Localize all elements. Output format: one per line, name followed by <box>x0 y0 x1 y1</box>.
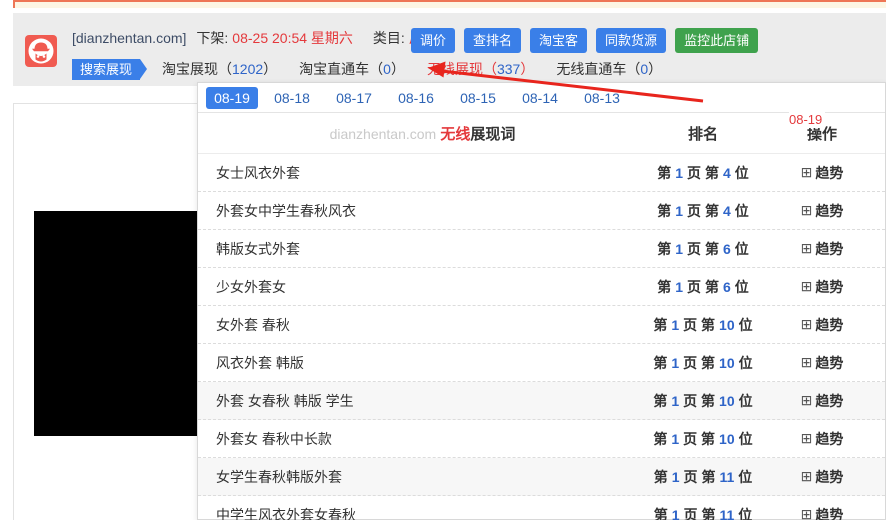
trend-chart-icon: ⊞ <box>800 202 813 218</box>
trend-chart-icon: ⊞ <box>800 240 813 256</box>
trend-chart-icon: ⊞ <box>800 278 813 294</box>
shop-info-line: [dianzhentan.com] 下架: 08-25 20:54 星期六 类目… <box>72 27 437 49</box>
nav-wireless-exposure[interactable]: 无线展现（337） <box>427 59 534 79</box>
trend-chart-icon: ⊞ <box>800 354 813 370</box>
shop-avatar[interactable] <box>25 35 57 67</box>
trend-chart-icon: ⊞ <box>800 164 813 180</box>
offshelf-time: 08-25 20:54 星期六 <box>232 30 353 46</box>
check-rank-button[interactable]: 查排名 <box>464 28 522 53</box>
trend-chart-icon: ⊞ <box>800 468 813 484</box>
action-column-header: 操作 08-19 <box>789 111 837 143</box>
category-label: 类目: <box>372 30 405 46</box>
keyword-cell: 外套 女春秋 韩版 学生 <box>216 392 354 409</box>
trend-chart-icon: ⊞ <box>800 316 813 332</box>
nav-taobao-ztc[interactable]: 淘宝直通车（0） <box>299 59 405 79</box>
rank-cell: 第1页 第4位 <box>657 202 749 219</box>
trend-chart-icon: ⊞ <box>800 392 813 408</box>
table-header: dianzhentan.com 无线展现词 排名 操作 08-19 <box>198 111 885 154</box>
rank-column-header: 排名 <box>687 125 718 143</box>
tab-date-0819[interactable]: 08-19 <box>206 86 258 109</box>
trend-link[interactable]: ⊞ 趋势 <box>801 163 844 183</box>
rank-cell: 第1页 第 10 位 <box>653 392 753 409</box>
wireless-exposure-panel: 08-19 08-18 08-17 08-16 08-15 08-14 08-1… <box>197 82 886 520</box>
table-row[interactable]: 女士风衣外套 第1页 第4位 ⊞ 趋势 <box>198 154 885 192</box>
table-row[interactable]: 女学生春秋韩版外套 第1页 第 11 位 ⊞ 趋势 <box>198 458 885 496</box>
keyword-cell: 女外套 春秋 <box>216 316 290 333</box>
trend-chart-icon: ⊞ <box>800 430 813 446</box>
rank-cell: 第1页 第 11 位 <box>653 506 753 520</box>
page: [dianzhentan.com] 下架: 08-25 20:54 星期六 类目… <box>0 0 886 520</box>
tab-date-0815[interactable]: 08-15 <box>450 87 506 109</box>
trend-link[interactable]: ⊞ 趋势 <box>801 467 844 487</box>
product-image <box>34 211 215 436</box>
adjust-price-button[interactable]: 调价 <box>411 28 456 53</box>
shop-header: [dianzhentan.com] 下架: 08-25 20:54 星期六 类目… <box>13 13 886 86</box>
tab-date-0817[interactable]: 08-17 <box>326 87 382 109</box>
detective-logo-icon <box>25 38 57 67</box>
keyword-column-header: dianzhentan.com 无线展现词 <box>329 125 516 143</box>
table-row[interactable]: 外套女中学生春秋风衣 第1页 第4位 ⊞ 趋势 <box>198 192 885 230</box>
table-row[interactable]: 风衣外套 韩版 第1页 第 10 位 ⊞ 趋势 <box>198 344 885 382</box>
keyword-cell: 中学生风衣外套女春秋 <box>216 506 356 520</box>
trend-link[interactable]: ⊞ 趋势 <box>801 315 844 335</box>
keyword-cell: 少女外套女 <box>216 278 286 295</box>
tab-date-0814[interactable]: 08-14 <box>512 87 568 109</box>
tab-date-0816[interactable]: 08-16 <box>388 87 444 109</box>
table-row[interactable]: 韩版女式外套 第1页 第6位 ⊞ 趋势 <box>198 230 885 268</box>
table-row[interactable]: 少女外套女 第1页 第6位 ⊞ 趋势 <box>198 268 885 306</box>
rank-cell: 第1页 第 10 位 <box>653 316 753 333</box>
date-tabs: 08-19 08-18 08-17 08-16 08-15 08-14 08-1… <box>198 83 885 113</box>
trend-link[interactable]: ⊞ 趋势 <box>801 391 844 411</box>
rank-cell: 第1页 第 10 位 <box>653 354 753 371</box>
keyword-cell: 女士风衣外套 <box>216 164 300 181</box>
trend-link[interactable]: ⊞ 趋势 <box>801 277 844 297</box>
keyword-cell: 风衣外套 韩版 <box>216 354 304 371</box>
table-row[interactable]: 中学生风衣外套女春秋 第1页 第 11 位 ⊞ 趋势 <box>198 496 885 520</box>
rank-cell: 第1页 第 10 位 <box>653 430 753 447</box>
shop-domain: [dianzhentan.com] <box>72 30 187 46</box>
table-row[interactable]: 外套女 春秋中长款 第1页 第 10 位 ⊞ 趋势 <box>198 420 885 458</box>
same-source-button[interactable]: 同款货源 <box>596 28 667 53</box>
rank-cell: 第1页 第4位 <box>657 164 749 181</box>
nav-taobao-exposure[interactable]: 淘宝展现（1202） <box>162 59 277 79</box>
offshelf-label: 下架: <box>196 30 229 46</box>
table-row[interactable]: 女外套 春秋 第1页 第 10 位 ⊞ 趋势 <box>198 306 885 344</box>
keyword-table: 女士风衣外套 第1页 第4位 ⊞ 趋势 外套女中学生春秋风衣 第1页 第4位 ⊞ 趋… <box>198 154 885 520</box>
keyword-cell: 外套女中学生春秋风衣 <box>216 202 356 219</box>
keyword-cell: 韩版女式外套 <box>216 240 300 257</box>
top-notice-strip <box>13 0 886 8</box>
trend-link[interactable]: ⊞ 趋势 <box>801 239 844 259</box>
monitor-shop-button[interactable]: 监控此店铺 <box>675 28 759 53</box>
rank-cell: 第1页 第 11 位 <box>653 468 753 485</box>
header-actions: 调价 查排名 淘宝客 同款货源 监控此店铺 <box>411 28 759 53</box>
trend-link[interactable]: ⊞ 趋势 <box>801 505 844 520</box>
rank-cell: 第1页 第6位 <box>657 278 749 295</box>
tab-date-0813[interactable]: 08-13 <box>574 87 630 109</box>
date-overlay-label: 08-19 <box>789 111 826 128</box>
trend-link[interactable]: ⊞ 趋势 <box>801 429 844 449</box>
trend-link[interactable]: ⊞ 趋势 <box>801 201 844 221</box>
table-row[interactable]: 外套 女春秋 韩版 学生 第1页 第 10 位 ⊞ 趋势 <box>198 382 885 420</box>
nav-search-exposure[interactable]: 搜索展现 <box>72 58 148 80</box>
tab-date-0818[interactable]: 08-18 <box>264 87 320 109</box>
keyword-cell: 女学生春秋韩版外套 <box>216 468 342 485</box>
taobaoke-button[interactable]: 淘宝客 <box>530 28 588 53</box>
nav-wireless-ztc[interactable]: 无线直通车（0） <box>556 59 662 79</box>
exposure-nav: 搜索展现 淘宝展现（1202） 淘宝直通车（0） 无线展现（337） 无线直通车… <box>72 57 662 81</box>
keyword-cell: 外套女 春秋中长款 <box>216 430 332 447</box>
trend-link[interactable]: ⊞ 趋势 <box>801 353 844 373</box>
rank-cell: 第1页 第6位 <box>657 240 749 257</box>
trend-chart-icon: ⊞ <box>800 506 813 520</box>
